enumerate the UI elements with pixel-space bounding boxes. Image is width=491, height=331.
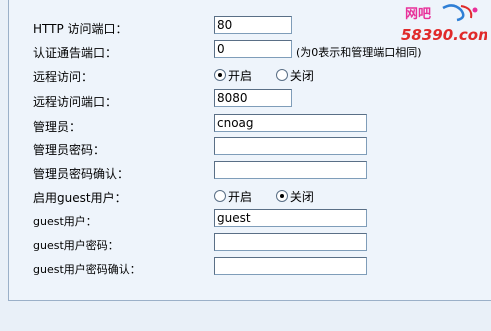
watermark-bottom-text: 58390.com — [401, 26, 487, 44]
admin-password-confirm-label: 管理员密码确认： — [33, 167, 130, 181]
guest-password-input[interactable] — [214, 233, 367, 251]
remote-access-off-label: 关闭 — [289, 69, 314, 83]
watermark-top-text: 网吧 — [405, 7, 431, 22]
admin-password-label: 管理员密码： — [33, 143, 106, 157]
guest-enable-on-option[interactable]: 开启 — [214, 188, 252, 205]
remote-access-on-label: 开启 — [228, 69, 253, 83]
guest-password-confirm-row: guest用户密码确认： — [9, 257, 491, 279]
remote-access-on-radio[interactable] — [214, 68, 226, 81]
guest-user-row: guest用户： guest — [9, 209, 491, 231]
guest-enable-off-option[interactable]: 关闭 — [275, 188, 314, 205]
auth-port-hint: (为0表示和管理端口相同) — [296, 46, 422, 59]
remote-access-off-option[interactable]: 关闭 — [275, 67, 314, 84]
guest-password-confirm-input[interactable] — [214, 257, 367, 275]
remote-access-on-option[interactable]: 开启 — [214, 67, 252, 84]
admin-password-row: 管理员密码： — [9, 137, 491, 159]
guest-enable-off-radio[interactable] — [275, 189, 288, 202]
guest-enable-label: 启用guest用户： — [33, 191, 127, 205]
guest-enable-on-radio[interactable] — [214, 189, 226, 202]
remote-port-row: 远程访问端口： 8080 — [9, 89, 491, 111]
guest-password-label: guest用户密码： — [33, 239, 119, 252]
admin-row: 管理员： cnoag — [9, 114, 491, 136]
admin-password-input[interactable] — [214, 137, 367, 155]
guest-user-label: guest用户： — [33, 215, 97, 228]
remote-port-label: 远程访问端口： — [33, 95, 118, 109]
auth-port-label: 认证通告端口： — [33, 46, 118, 60]
admin-password-confirm-input[interactable] — [214, 161, 367, 179]
guest-enable-radio-group: 开启 关闭 — [214, 188, 314, 205]
guest-user-input[interactable]: guest — [214, 209, 367, 227]
guest-password-row: guest用户密码： — [9, 233, 491, 255]
http-port-label: HTTP 访问端口： — [33, 22, 128, 36]
remote-access-radio-group: 开启 关闭 — [214, 67, 314, 84]
remote-access-off-radio[interactable] — [275, 68, 288, 81]
remote-access-label: 远程访问： — [33, 70, 94, 84]
site-watermark-logo: 网吧 58390.com — [401, 4, 487, 44]
admin-label: 管理员： — [33, 120, 82, 134]
remote-port-input[interactable]: 8080 — [214, 89, 292, 107]
admin-password-confirm-row: 管理员密码确认： — [9, 161, 491, 183]
guest-enable-on-label: 开启 — [228, 190, 253, 204]
http-port-input[interactable]: 80 — [214, 16, 292, 34]
auth-port-input[interactable]: 0 — [214, 40, 292, 58]
guest-enable-off-label: 关闭 — [289, 190, 314, 204]
admin-input[interactable]: cnoag — [214, 114, 367, 132]
guest-password-confirm-label: guest用户密码确认： — [33, 263, 141, 276]
remote-access-row: 远程访问： 开启 关闭 — [9, 64, 491, 86]
guest-enable-row: 启用guest用户： 开启 关闭 — [9, 185, 491, 207]
watermark-swirl-icon — [442, 4, 478, 22]
